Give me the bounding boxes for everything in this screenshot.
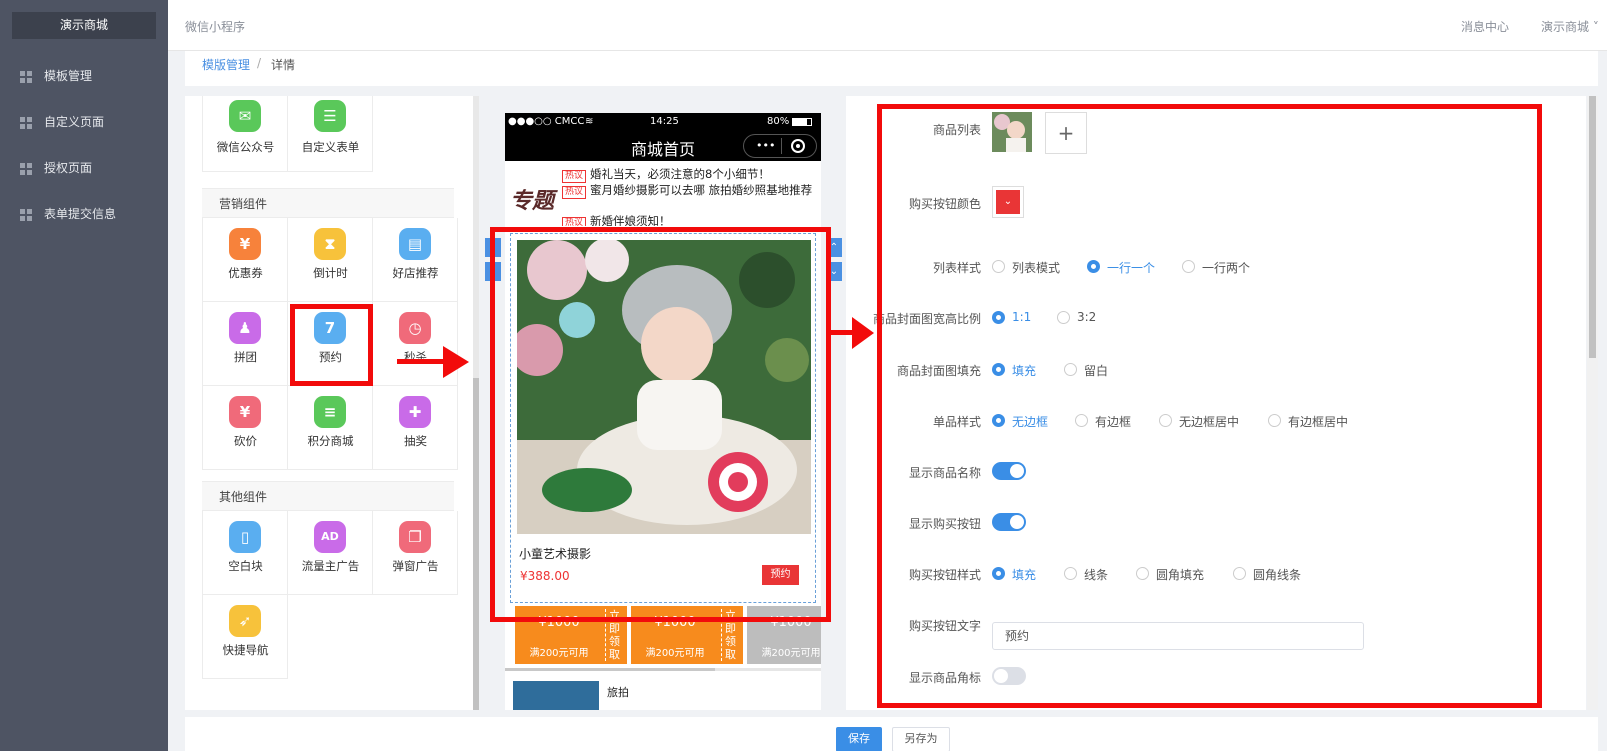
component-label: 弹窗广告: [392, 559, 439, 573]
close-circle-icon: [791, 139, 805, 153]
grid-icon: [20, 117, 32, 129]
save-button[interactable]: 保存: [836, 727, 882, 751]
properties-scrollbar[interactable]: [1587, 96, 1598, 710]
top-bar: 微信小程序 消息中心 演示商城 ˅: [168, 0, 1607, 51]
save-as-button[interactable]: 另存为: [892, 727, 950, 751]
component-wechat-official[interactable]: ✉ 微信公众号: [203, 96, 288, 172]
component-compass[interactable]: ➶ 快捷导航: [203, 595, 288, 679]
component-label: 快捷导航: [222, 643, 269, 657]
component-label: 微信公众号: [216, 140, 275, 154]
gift-icon: ✚: [399, 396, 431, 428]
highlight-goods-component: [490, 227, 831, 622]
arrow-right-icon: [852, 317, 874, 349]
sidebar-item-form-submissions[interactable]: 表单提交信息: [0, 199, 168, 229]
component-label: 好店推荐: [392, 266, 439, 280]
arrow-right-icon: [443, 346, 469, 378]
grid-icon: [20, 71, 32, 83]
message-center-link[interactable]: 消息中心: [1461, 18, 1509, 35]
component-hourglass[interactable]: ⧗ 倒计时: [288, 218, 373, 302]
sidebar-item-custom-pages[interactable]: 自定义页面: [0, 107, 168, 137]
coins-icon: ≡: [314, 396, 346, 428]
news-logo: 专题: [510, 188, 555, 214]
highlight-properties: [877, 104, 1542, 708]
breadcrumb-separator: /: [257, 56, 262, 70]
wechat-icon: ✉: [229, 100, 261, 132]
component-label: 抽奖: [404, 434, 427, 448]
article-thumbnail[interactable]: [513, 681, 599, 710]
component-label: 流量主广告: [301, 559, 360, 573]
grid-icon: [20, 163, 32, 175]
battery-text: 80%: [767, 116, 790, 127]
popup-icon: ❐: [399, 521, 431, 553]
component-label: 优惠券: [228, 266, 263, 280]
footer-bar: 保存 另存为: [185, 717, 1598, 751]
sidebar: 演示商城 模板管理 自定义页面 授权页面 表单提交信息: [0, 0, 168, 751]
phone-nav-bar: 商城首页 •••: [505, 131, 821, 161]
component-popup[interactable]: ❐ 弹窗广告: [373, 511, 458, 595]
sidebar-item-auth-pages[interactable]: 授权页面: [0, 153, 168, 183]
component-yuan[interactable]: ¥ 砍价: [203, 386, 288, 470]
group-icon: ♟: [229, 312, 261, 344]
mini-program-capsule[interactable]: •••: [743, 134, 817, 158]
breadcrumb-parent-link[interactable]: 模版管理: [202, 56, 250, 73]
sidebar-item-label: 自定义页面: [44, 115, 105, 129]
news-item[interactable]: 热议 蜜月婚纱摄影可以去哪 旅拍婚纱照基地推荐: [562, 183, 817, 199]
clock-text: 14:25: [650, 116, 679, 127]
highlight-reserve-component: [290, 304, 373, 386]
breadcrumb: 模版管理 / 详情: [185, 51, 1598, 86]
component-custom-form[interactable]: ☰ 自定义表单: [288, 96, 373, 172]
component-shop[interactable]: ▤ 好店推荐: [373, 218, 458, 302]
grid-icon: [20, 209, 32, 221]
component-label: 砍价: [234, 434, 257, 448]
component-label: 倒计时: [313, 266, 348, 280]
brand-logo[interactable]: 演示商城: [12, 12, 156, 39]
blank-page-icon: ▯: [229, 521, 261, 553]
component-blank-page[interactable]: ▯ 空白块: [203, 511, 288, 595]
component-coins[interactable]: ≡ 积分商城: [288, 386, 373, 470]
sidebar-item-label: 表单提交信息: [44, 207, 117, 221]
component-ad[interactable]: AD 流量主广告: [288, 511, 373, 595]
other-section-title: 其他组件: [202, 481, 454, 511]
app-title: 微信小程序: [185, 20, 246, 34]
sidebar-item-templates[interactable]: 模板管理: [0, 61, 168, 91]
component-coupon[interactable]: ¥ 优惠券: [203, 218, 288, 302]
compass-icon: ➶: [229, 605, 261, 637]
arrow-line: [397, 359, 445, 364]
component-label: 空白块: [228, 559, 263, 573]
form-icon: ☰: [314, 100, 346, 132]
headline-news-block[interactable]: 专题 热议 婚礼当天，必须注意的8个小细节！ 热议 蜜月婚纱摄影可以去哪 旅拍婚纱照…: [505, 161, 821, 226]
marketing-section-title: 营销组件: [202, 188, 454, 218]
component-gift[interactable]: ✚ 抽奖: [373, 386, 458, 470]
wifi-icon: ≋: [585, 116, 594, 127]
ad-icon: AD: [314, 521, 346, 553]
sidebar-item-label: 模板管理: [44, 69, 93, 83]
component-label: 拼团: [234, 350, 257, 364]
component-label: 积分商城: [307, 434, 354, 448]
article-title: 旅拍: [607, 686, 629, 699]
shop-icon: ▤: [399, 228, 431, 260]
component-group[interactable]: ♟ 拼团: [203, 302, 288, 386]
other-components-grid: ▯ 空白块 AD 流量主广告 ❐ 弹窗广告 ➶ 快捷导航: [202, 511, 458, 679]
hourglass-icon: ⧗: [314, 228, 346, 260]
breadcrumb-current: 详情: [271, 58, 296, 72]
more-icon: •••: [756, 139, 776, 152]
news-item[interactable]: 热议 婚礼当天，必须注意的8个小细节！: [562, 167, 817, 183]
coupon-icon: ¥: [229, 228, 261, 260]
user-menu[interactable]: 演示商城 ˅: [1541, 18, 1599, 35]
alarm-icon: ◷: [399, 312, 431, 344]
component-panel-scrollbar[interactable]: [473, 96, 479, 710]
component-label: 自定义表单: [301, 140, 360, 154]
basic-components-grid: ✉ 微信公众号 ☰ 自定义表单: [202, 96, 455, 172]
yuan-icon: ¥: [229, 396, 261, 428]
component-panel: ✉ 微信公众号 ☰ 自定义表单 营销组件 ¥ 优惠券 ⧗ 倒计时 ▤ 好店推荐 ♟ 拼团 7 预约…: [185, 96, 475, 710]
sidebar-item-label: 授权页面: [44, 161, 93, 175]
phone-status-bar: ●●●○○ CMCC ≋ 14:25 80%: [505, 113, 821, 131]
battery-icon: [792, 118, 812, 126]
news-item[interactable]: 热议 新婚伴娘须知！: [562, 214, 817, 226]
carrier-text: ●●●○○ CMCC: [508, 116, 585, 127]
coupon-scrollbar[interactable]: [505, 668, 821, 671]
